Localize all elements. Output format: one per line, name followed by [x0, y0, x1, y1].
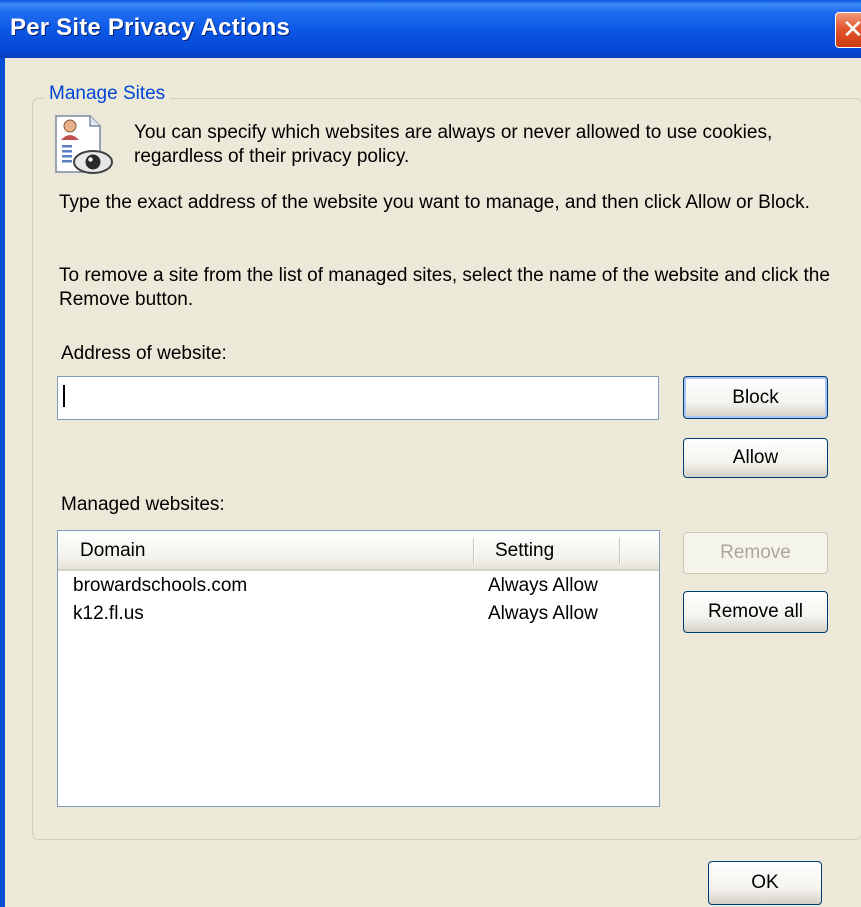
close-button[interactable]: ✕ [835, 12, 861, 48]
column-divider[interactable] [619, 538, 621, 564]
block-button[interactable]: Block [683, 376, 828, 419]
domain-cell: k12.fl.us [73, 603, 144, 624]
list-header: Domain Setting [58, 531, 659, 571]
remove-all-button[interactable]: Remove all [683, 591, 828, 633]
ok-button[interactable]: OK [708, 861, 822, 905]
type-address-instructions: Type the exact address of the website yo… [59, 192, 810, 213]
list-item[interactable]: k12.fl.us Always Allow [58, 603, 659, 631]
managed-websites-list[interactable]: Domain Setting browardschools.com Always… [57, 530, 660, 807]
remove-button[interactable]: Remove [683, 532, 828, 574]
window-frame-left [0, 58, 5, 907]
close-icon: ✕ [842, 14, 861, 44]
managed-websites-label: Managed websites: [61, 494, 225, 515]
domain-cell: browardschools.com [73, 575, 248, 596]
privacy-document-eye-icon [55, 115, 113, 174]
address-label: Address of website: [61, 343, 227, 364]
column-header-setting[interactable]: Setting [495, 540, 554, 562]
remove-site-instructions: To remove a site from the list of manage… [59, 265, 830, 310]
window-title: Per Site Privacy Actions [10, 14, 291, 41]
group-legend: Manage Sites [44, 83, 171, 105]
title-bar: Per Site Privacy Actions [0, 0, 861, 58]
address-input[interactable] [57, 376, 659, 420]
setting-cell: Always Allow [488, 603, 598, 624]
allow-button[interactable]: Allow [683, 438, 828, 478]
setting-cell: Always Allow [488, 575, 598, 596]
column-header-domain[interactable]: Domain [80, 540, 145, 562]
text-caret [63, 385, 65, 407]
list-item[interactable]: browardschools.com Always Allow [58, 575, 659, 603]
cookie-info-text: You can specify which websites are alway… [134, 122, 773, 167]
column-divider[interactable] [473, 538, 475, 564]
